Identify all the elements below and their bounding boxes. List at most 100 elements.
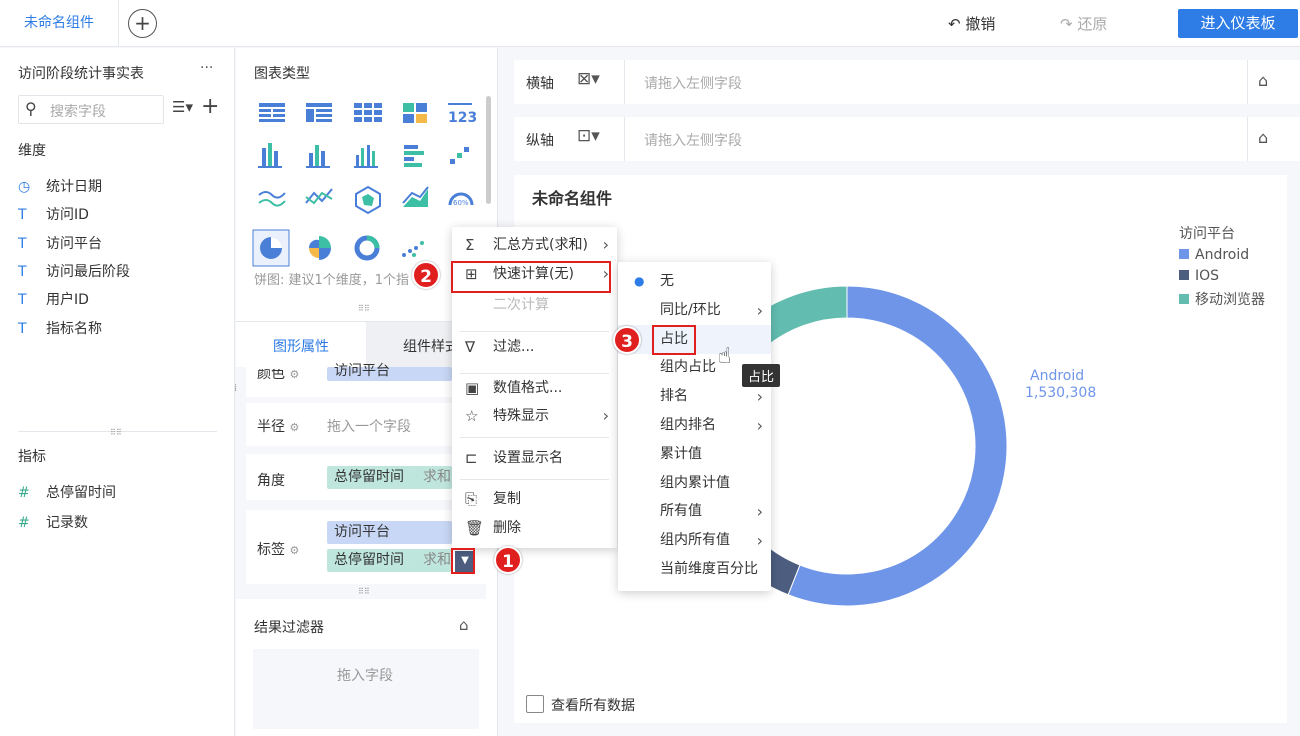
more-icon[interactable]: ··· [200,60,213,76]
submenu-item-label: 累计值 [660,445,702,462]
panel-resize-handle[interactable]: ⁞ [234,384,237,394]
highlight-dropdown [451,548,475,574]
submenu-item[interactable]: 组内排名 › [618,411,771,440]
dimension-field[interactable]: T 访问最后阶段 [18,261,130,281]
area-chart-icon [402,186,429,207]
hand-cursor-icon: ☝ [718,344,732,369]
field-label: 访问平台 [46,235,102,252]
clear-icon[interactable]: ⌂ [1258,128,1268,147]
tab-untitled-component[interactable]: 未命名组件 [0,0,119,47]
enter-dashboard-button[interactable]: 进入仪表板 [1178,9,1298,38]
text-icon: T [18,207,27,224]
menu-item-label: 设置显示名 [493,450,563,466]
y-axis-drop-zone[interactable]: 请拖入左侧字段 [644,130,742,150]
y-axis-type-icon[interactable]: ⊡▾ [577,126,600,146]
gear-icon: ⚙ [289,368,300,381]
step-badge-2: 2 [412,261,440,289]
quick-calc-submenu: ● 无同比/环比 › 占比 组内占比 排名 › 组内排名 › 累计值 组内累计值 所有值 › 组内所有值 ›… [618,262,771,591]
star-icon: ☆ [465,407,479,425]
dimension-field[interactable]: T 用户ID [18,289,89,309]
gear-icon: ⚙ [289,544,300,557]
chevron-right-icon: › [756,416,763,435]
menu-item[interactable]: ▣ 数值格式... [452,374,617,402]
submenu-item-label: 无 [660,273,674,289]
angle-field-pill[interactable]: 总停留时间 求和 [327,466,452,489]
clear-icon[interactable]: ⌂ [459,616,469,634]
chart-type-title: 图表类型 [254,66,310,82]
x-axis-type-icon[interactable]: ⊠▾ [577,69,600,89]
menu-item[interactable]: ⊏ 设置显示名 [452,444,617,472]
menu-item[interactable]: ☆ 特殊显示 › [452,402,617,430]
rename-icon: ⊏ [465,449,478,467]
chevron-right-icon: › [602,235,609,254]
tag-label: 标签 ⚙ [257,542,300,558]
plus-circle-icon[interactable]: + [128,9,157,38]
polyline-chart-icon [305,188,333,205]
submenu-item[interactable]: 组内累计值 [618,469,771,498]
metric-header: 指标 [18,449,46,465]
add-field-icon[interactable]: + [201,94,219,119]
chevron-right-icon: › [756,531,763,551]
tag-field-pill-2[interactable]: 总停留时间 求和 [327,549,452,572]
submenu-item[interactable]: ● 无 [618,267,771,296]
legend-item[interactable]: Android [1179,247,1249,263]
redo-button[interactable]: ↷ 还原 [1060,13,1107,34]
dataset-title: 访问阶段统计事实表 [18,66,144,82]
field-label: 记录数 [46,515,88,531]
dimension-header: 维度 [18,143,46,159]
menu-item-label: 过滤... [493,339,535,355]
submenu-item[interactable]: 当前维度百分比 [618,555,771,584]
result-filter-drop-zone[interactable]: 拖入字段 [253,649,479,729]
menu-item[interactable]: ∇ 过滤... [452,333,617,361]
tab-graph-properties[interactable]: 图形属性 [236,321,366,367]
menu-item[interactable]: Σ 汇总方式(求和) › [452,231,617,259]
clear-icon[interactable]: ⌂ [1258,71,1268,90]
legend-swatch [1179,294,1189,304]
field-label: 指标名称 [46,320,102,337]
pie-slice-Android[interactable] [787,285,1008,607]
field-label: 访问ID [46,207,89,224]
submenu-item[interactable]: 所有值 › [618,497,771,526]
legend-label: 移动浏览器 [1195,292,1265,308]
chart-type-grid: 123 60% [252,103,477,267]
rose-chart-icon [308,236,331,260]
dimension-field[interactable]: T 访问平台 [18,233,102,253]
field-label: 访问最后阶段 [46,263,130,280]
undo-icon: ↶ [948,15,961,33]
view-all-checkbox[interactable] [526,695,544,713]
number-icon: # [18,485,30,501]
radius-drop-zone[interactable]: 拖入一个字段 [327,416,411,436]
submenu-item-label: 组内累计值 [660,474,730,491]
x-axis-drop-zone[interactable]: 请拖入左侧字段 [644,73,742,93]
tag-field-pill-1[interactable]: 访问平台 [327,521,452,544]
legend-item[interactable]: 移动浏览器 [1179,289,1265,309]
dimension-field[interactable]: T 指标名称 [18,318,102,338]
legend-item[interactable]: IOS [1179,268,1219,284]
step-badge-1: 1 [494,546,522,574]
line-chart-icon [258,191,286,207]
metric-field[interactable]: # 记录数 [18,512,88,532]
sort-filter-icon[interactable]: ☰▾ [172,98,193,116]
submenu-item[interactable]: 累计值 [618,440,771,469]
text-icon: T [18,263,27,280]
menu-item[interactable]: 二次计算 [452,291,617,319]
submenu-item[interactable]: 同比/环比 › [618,296,771,325]
submenu-item[interactable]: 组内所有值 › [618,526,771,555]
highlight-quick-calc [451,261,611,293]
dimension-field[interactable]: T 访问ID [18,204,89,224]
menu-item-label: 汇总方式(求和) [493,237,588,253]
resize-handle[interactable]: ⠿⠿ [358,588,370,596]
search-input[interactable]: ⚲ 搜索字段 [18,95,164,124]
scrollbar[interactable] [486,96,491,204]
resize-handle[interactable]: ⠿⠿ [110,429,122,437]
dimension-field[interactable]: ◷ 统计日期 [18,176,102,196]
color-field-pill[interactable]: 访问平台 [327,364,452,381]
undo-button[interactable]: ↶ 撤销 [948,13,995,34]
resize-handle[interactable]: ⠿⠿ [358,305,370,313]
menu-item[interactable]: 🗑 删除 [452,514,617,542]
submenu-item-label: 同比/环比 [660,301,721,318]
metric-field[interactable]: # 总停留时间 [18,482,116,502]
legend-label: IOS [1195,268,1220,284]
menu-item[interactable]: ⎘ 复制 [452,485,617,513]
chevron-right-icon: › [756,502,763,522]
